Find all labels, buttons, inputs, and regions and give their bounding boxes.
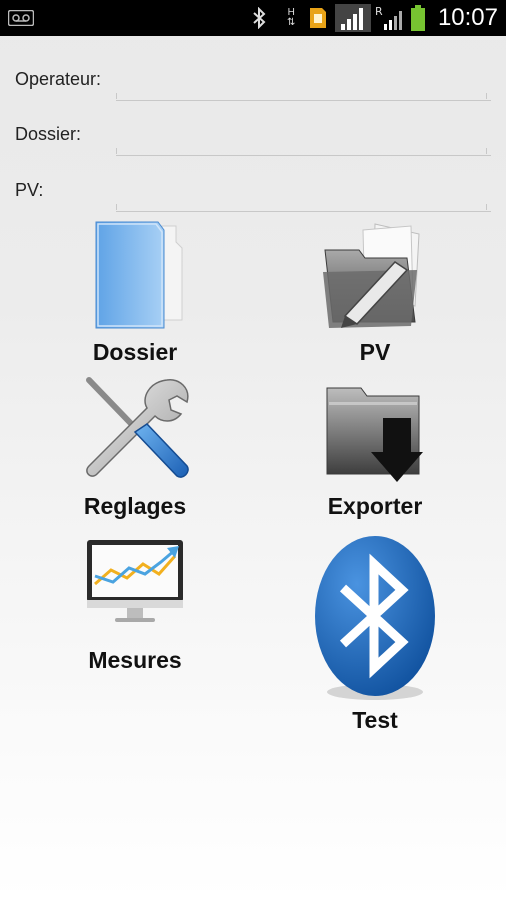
input-corner [486, 204, 487, 210]
pv-button[interactable]: PV [275, 216, 475, 366]
folder-download-icon [275, 370, 475, 493]
operateur-label: Operateur: [15, 69, 102, 89]
status-bar: H ⇅ R R 10:07 [0, 0, 506, 36]
reglages-button-label: Reglages [83, 493, 187, 519]
voicemail-icon [8, 0, 34, 36]
input-corner [116, 204, 117, 210]
signal-roaming-icon: R [374, 0, 404, 36]
test-button-label: Test [352, 707, 398, 733]
folder-icon [35, 216, 235, 339]
battery-icon [410, 0, 426, 36]
mesures-button[interactable]: Mesures [35, 534, 235, 674]
pv-button-label: PV [359, 339, 391, 365]
exporter-button-label: Exporter [327, 493, 423, 519]
wrench-screwdriver-icon [35, 370, 235, 493]
signal-strength-icon [335, 0, 371, 36]
pv-label: PV: [15, 180, 44, 200]
bluetooth-icon [275, 534, 475, 709]
operateur-input[interactable] [116, 74, 491, 101]
status-clock: 10:07 [437, 4, 498, 31]
input-corner [116, 148, 117, 154]
operateur-row: Operateur: [0, 66, 506, 106]
dossier-label: Dossier: [15, 124, 82, 144]
monitor-chart-icon [35, 534, 235, 639]
svg-text:R: R [375, 5, 383, 18]
test-button[interactable]: Test [275, 534, 475, 734]
input-corner [486, 148, 487, 154]
bluetooth-status-icon [252, 0, 266, 36]
folder-edit-icon [275, 216, 475, 339]
dossier-input[interactable] [116, 129, 491, 156]
dossier-button[interactable]: Dossier [35, 216, 235, 366]
exporter-button[interactable]: Exporter [275, 370, 475, 520]
sd-card-icon [308, 0, 328, 36]
data-h-icon: H ⇅ [287, 7, 296, 28]
input-corner [486, 93, 487, 99]
mesures-button-label: Mesures [88, 647, 182, 673]
pv-input[interactable] [116, 185, 491, 212]
pv-row: PV: [0, 177, 506, 217]
dossier-row: Dossier: [0, 121, 506, 161]
dossier-button-label: Dossier [92, 339, 178, 365]
input-corner [116, 93, 117, 99]
reglages-button[interactable]: Reglages [35, 370, 235, 520]
